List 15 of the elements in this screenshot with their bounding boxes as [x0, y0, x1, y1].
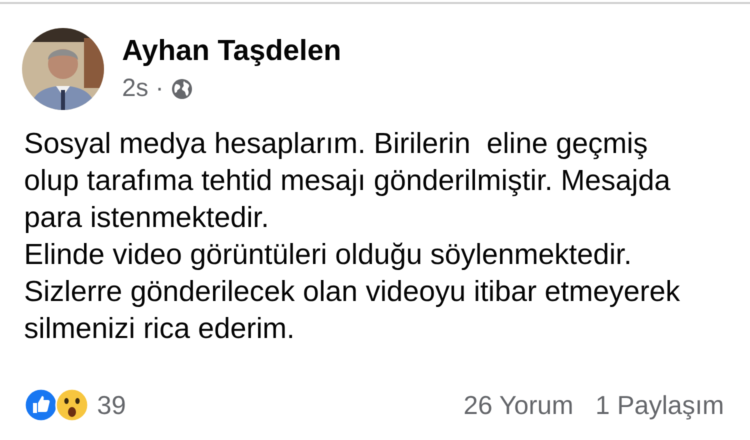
post-text-line: Sosyal medya hesaplarım. Birilerin eline geçmiş — [24, 127, 649, 162]
globe-icon — [170, 78, 193, 100]
post-text-line: silmenizi rica ederim. — [24, 312, 296, 347]
wow-reaction-icon — [55, 388, 89, 422]
post-text-line: para istenmektedir. — [24, 201, 270, 236]
post-text-line: Sizlerre gönderilecek olan videoyu itibar etmeyerek — [24, 275, 682, 310]
share-count[interactable]: 1 Paylaşım — [595, 390, 724, 420]
post-time[interactable]: 2s — [122, 74, 148, 103]
reaction-count[interactable]: 39 — [97, 390, 126, 420]
separator-dot: · — [155, 74, 164, 103]
comment-count[interactable]: 26 Yorum — [464, 390, 574, 420]
like-reaction-icon — [24, 388, 58, 422]
post-text-line: Elinde video görüntüleri olduğu söylenmektedir. — [24, 238, 633, 273]
post-text-line: olup tarafıma tehtid mesajı gönderilmiştir. Mesajda — [24, 164, 672, 199]
author-name[interactable]: Ayhan Taşdelen — [122, 35, 342, 68]
